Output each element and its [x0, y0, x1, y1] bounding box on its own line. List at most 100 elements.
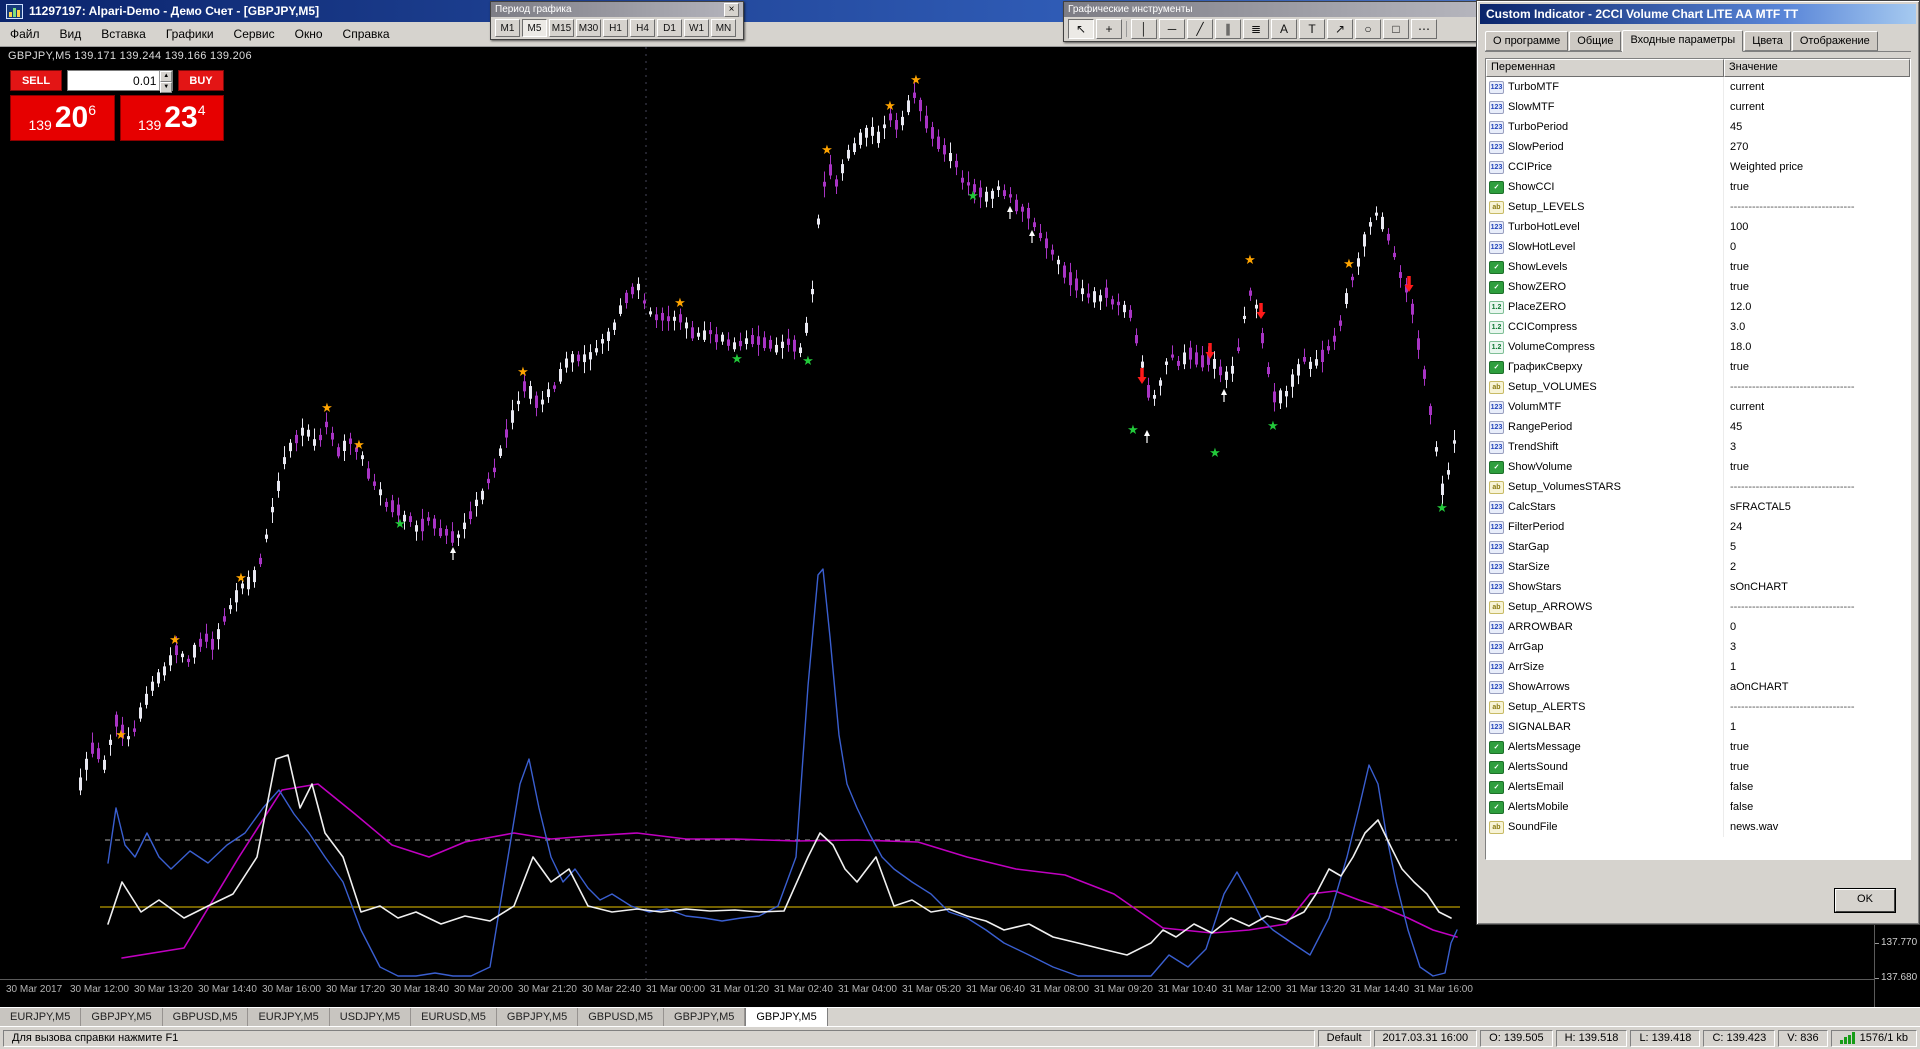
param-value[interactable]: 3.0	[1724, 321, 1910, 333]
status-profile[interactable]: Default	[1317, 1029, 1371, 1047]
param-row[interactable]: 123 CCIPrice Weighted price	[1486, 157, 1910, 177]
param-row[interactable]: ✓ AlertsMobile false	[1486, 797, 1910, 817]
chart-tab-9[interactable]: GBPJPY,M5	[745, 1008, 828, 1026]
dialog-tab-3[interactable]: Цвета	[1744, 31, 1791, 51]
chart-tab-7[interactable]: GBPUSD,M5	[578, 1008, 665, 1026]
param-row[interactable]: 1.2 CCICompress 3.0	[1486, 317, 1910, 337]
param-row[interactable]: ✓ ShowVolume true	[1486, 457, 1910, 477]
param-row[interactable]: ✓ AlertsMessage true	[1486, 737, 1910, 757]
chart-tab-1[interactable]: GBPJPY,M5	[81, 1008, 163, 1026]
param-row[interactable]: 123 FilterPeriod 24	[1486, 517, 1910, 537]
period-button-h1[interactable]: H1	[603, 19, 628, 37]
param-row[interactable]: 123 SlowMTF current	[1486, 97, 1910, 117]
param-row[interactable]: 123 TrendShift 3	[1486, 437, 1910, 457]
chart-tab-2[interactable]: GBPUSD,M5	[162, 1008, 249, 1026]
chart-tab-5[interactable]: EURUSD,M5	[411, 1008, 497, 1026]
param-row[interactable]: ab Setup_VOLUMES -------------------------…	[1486, 377, 1910, 397]
param-row[interactable]: 123 StarSize 2	[1486, 557, 1910, 577]
param-row[interactable]: 123 VolumMTF current	[1486, 397, 1910, 417]
param-row[interactable]: ✓ ShowCCI true	[1486, 177, 1910, 197]
close-icon[interactable]: ×	[724, 2, 739, 17]
param-value[interactable]: 3	[1724, 641, 1910, 653]
param-row[interactable]: ✓ AlertsEmail false	[1486, 777, 1910, 797]
param-row[interactable]: 123 SlowHotLevel 0	[1486, 237, 1910, 257]
param-row[interactable]: ab Setup_VolumesSTARS --------------------…	[1486, 477, 1910, 497]
param-value[interactable]: 45	[1724, 421, 1910, 433]
param-row[interactable]: ✓ ГрафикСверху true	[1486, 357, 1910, 377]
tool-trendline-icon[interactable]: ╱	[1187, 19, 1213, 39]
param-row[interactable]: 123 SIGNALBAR 1	[1486, 717, 1910, 737]
param-value[interactable]: ----------------------------------	[1724, 201, 1910, 213]
menu-item-4[interactable]: Сервис	[224, 23, 285, 45]
param-value[interactable]: current	[1724, 401, 1910, 413]
chart-tab-0[interactable]: EURJPY,M5	[0, 1008, 82, 1026]
menu-item-0[interactable]: Файл	[0, 23, 50, 45]
param-value[interactable]: false	[1724, 801, 1910, 813]
param-row[interactable]: 123 SlowPeriod 270	[1486, 137, 1910, 157]
tool-ellipse-icon[interactable]: ○	[1355, 19, 1381, 39]
tool-crosshair-icon[interactable]: +	[1096, 19, 1122, 39]
column-header-variable[interactable]: Переменная	[1486, 59, 1724, 77]
param-row[interactable]: ✓ ShowLevels true	[1486, 257, 1910, 277]
tool-cursor-icon[interactable]: ↖	[1068, 19, 1094, 39]
menu-item-6[interactable]: Справка	[333, 23, 400, 45]
param-row[interactable]: ab Setup_LEVELS --------------------------…	[1486, 197, 1910, 217]
sell-price-button[interactable]: 139 20 6	[10, 95, 115, 141]
ok-button[interactable]: OK	[1835, 889, 1895, 912]
chart-tab-3[interactable]: EURJPY,M5	[248, 1008, 330, 1026]
param-value[interactable]: 45	[1724, 121, 1910, 133]
param-value[interactable]: 18.0	[1724, 341, 1910, 353]
param-value[interactable]: 100	[1724, 221, 1910, 233]
param-value[interactable]: sOnCHART	[1724, 581, 1910, 593]
param-value[interactable]: ----------------------------------	[1724, 601, 1910, 613]
period-button-h4[interactable]: H4	[630, 19, 655, 37]
column-header-value[interactable]: Значение	[1724, 59, 1910, 77]
param-row[interactable]: ab Setup_ARROWS --------------------------…	[1486, 597, 1910, 617]
param-value[interactable]: 2	[1724, 561, 1910, 573]
tools-toolbar-caption[interactable]: Графические инструменты	[1064, 2, 1477, 17]
param-value[interactable]: current	[1724, 81, 1910, 93]
param-value[interactable]: true	[1724, 261, 1910, 273]
param-value[interactable]: 1	[1724, 661, 1910, 673]
param-value[interactable]: 3	[1724, 441, 1910, 453]
tool-text-label-icon[interactable]: T	[1299, 19, 1325, 39]
chart-tab-6[interactable]: GBPJPY,M5	[496, 1008, 579, 1026]
param-value[interactable]: false	[1724, 781, 1910, 793]
chart-tab-4[interactable]: USDJPY,M5	[329, 1008, 412, 1026]
param-row[interactable]: 123 TurboHotLevel 100	[1486, 217, 1910, 237]
param-value[interactable]: 24	[1724, 521, 1910, 533]
param-value[interactable]: 0	[1724, 621, 1910, 633]
spinner-down-icon[interactable]: ▼	[160, 82, 172, 93]
period-toolbar-caption[interactable]: Период графика ×	[491, 2, 743, 17]
buy-price-button[interactable]: 139 23 4	[119, 95, 224, 141]
param-value[interactable]: ----------------------------------	[1724, 381, 1910, 393]
period-button-w1[interactable]: W1	[684, 19, 709, 37]
param-value[interactable]: true	[1724, 281, 1910, 293]
menu-item-2[interactable]: Вставка	[91, 23, 156, 45]
menu-item-5[interactable]: Окно	[285, 23, 333, 45]
param-value[interactable]: aOnCHART	[1724, 681, 1910, 693]
param-row[interactable]: ✓ ShowZERO true	[1486, 277, 1910, 297]
param-value[interactable]: true	[1724, 181, 1910, 193]
period-button-m15[interactable]: M15	[549, 19, 574, 37]
param-row[interactable]: 123 ShowArrows aOnCHART	[1486, 677, 1910, 697]
param-value[interactable]: true	[1724, 741, 1910, 753]
period-button-m1[interactable]: M1	[495, 19, 520, 37]
dialog-tab-0[interactable]: О программе	[1485, 31, 1569, 51]
menu-item-3[interactable]: Графики	[156, 23, 224, 45]
dialog-tab-4[interactable]: Отображение	[1791, 31, 1878, 51]
param-row[interactable]: 123 RangePeriod 45	[1486, 417, 1910, 437]
param-row[interactable]: ab Setup_ALERTS --------------------------…	[1486, 697, 1910, 717]
dialog-tab-1[interactable]: Общие	[1569, 31, 1622, 51]
menu-item-1[interactable]: Вид	[50, 23, 92, 45]
param-row[interactable]: 123 StarGap 5	[1486, 537, 1910, 557]
tool-more-tools-icon[interactable]: ⋯	[1411, 19, 1437, 39]
param-value[interactable]: Weighted price	[1724, 161, 1910, 173]
param-row[interactable]: 123 ARROWBAR 0	[1486, 617, 1910, 637]
param-row[interactable]: ab SoundFile news.wav	[1486, 817, 1910, 837]
chart-tab-8[interactable]: GBPJPY,M5	[664, 1008, 746, 1026]
param-value[interactable]: ----------------------------------	[1724, 481, 1910, 493]
param-row[interactable]: 123 CalcStars sFRACTAL5	[1486, 497, 1910, 517]
tool-fibonacci-icon[interactable]: ≣	[1243, 19, 1269, 39]
param-value[interactable]: 1	[1724, 721, 1910, 733]
